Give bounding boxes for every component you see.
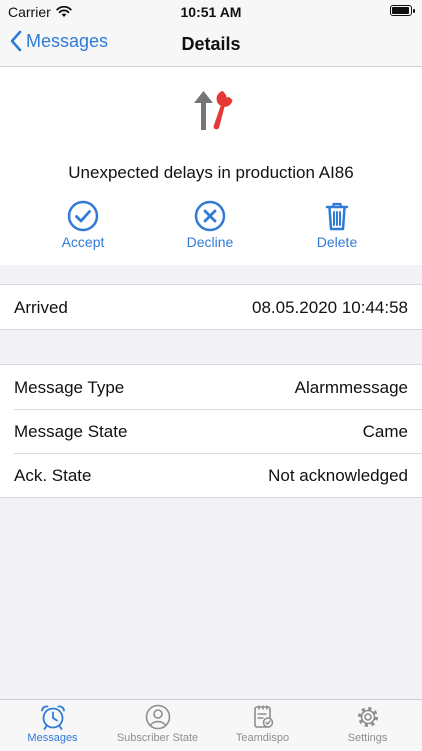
tab-teamdispo[interactable]: Teamdispo	[210, 704, 315, 744]
delete-label: Delete	[316, 234, 358, 250]
detail-row-message-type: Message Type Alarmmessage	[0, 365, 422, 409]
check-circle-icon	[67, 200, 99, 232]
detail-row-ack-state: Ack. State Not acknowledged	[0, 453, 422, 497]
accept-label: Accept	[61, 234, 105, 250]
status-time: 10:51 AM	[180, 4, 242, 20]
tab-messages[interactable]: Messages	[0, 704, 105, 744]
arrived-label: Arrived	[14, 298, 68, 317]
person-icon	[145, 704, 170, 730]
message-type-label: Message Type	[14, 378, 125, 397]
accept-button[interactable]: Accept	[33, 200, 133, 252]
tab-subscriber-state-label: Subscriber State	[116, 732, 199, 744]
battery-icon	[390, 5, 415, 16]
ack-state-value: Not acknowledged	[268, 466, 408, 485]
message-header-card: Unexpected delays in production AI86 Acc…	[0, 67, 422, 265]
tab-settings-label: Settings	[347, 732, 388, 744]
details-group: Message Type Alarmmessage Message State …	[0, 364, 422, 498]
battery-level	[392, 7, 409, 14]
message-state-label: Message State	[14, 422, 128, 441]
message-type-value: Alarmmessage	[294, 378, 408, 397]
arrived-row: Arrived 08.05.2020 10:44:58	[0, 285, 422, 329]
tab-settings[interactable]: Settings	[315, 704, 420, 744]
decline-button[interactable]: Decline	[160, 200, 260, 252]
navigation-bar: Messages Details	[0, 24, 422, 67]
arrived-value: 08.05.2020 10:44:58	[252, 298, 408, 317]
detail-row-message-state: Message State Came	[0, 409, 422, 453]
tab-teamdispo-label: Teamdispo	[235, 732, 290, 744]
arrival-group: Arrived 08.05.2020 10:44:58	[0, 284, 422, 330]
page-title: Details	[181, 34, 241, 54]
clipboard-icon	[253, 705, 273, 728]
decline-label: Decline	[186, 234, 234, 250]
ack-state-label: Ack. State	[14, 466, 92, 485]
x-circle-icon	[194, 200, 226, 232]
maintenance-alert-icon	[194, 91, 233, 130]
tab-bar: Messages Subscriber State Teamdispo Sett…	[0, 699, 422, 751]
tab-subscriber-state[interactable]: Subscriber State	[105, 704, 210, 744]
message-state-value: Came	[362, 422, 408, 441]
gear-icon	[357, 707, 378, 727]
message-title: Unexpected delays in production AI86	[68, 163, 354, 182]
trash-icon	[325, 202, 349, 231]
alarm-clock-icon	[40, 705, 65, 730]
status-bar: Carrier 10:51 AM	[0, 0, 422, 24]
delete-button[interactable]: Delete	[287, 200, 387, 252]
tab-messages-label: Messages	[27, 732, 78, 744]
